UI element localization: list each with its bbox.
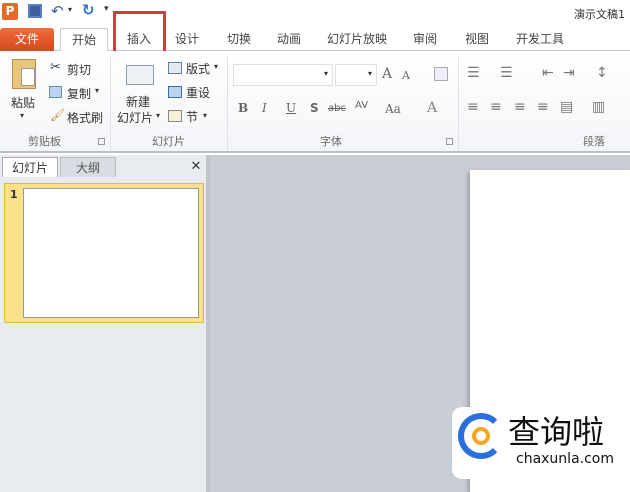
font-color-button[interactable]: A (427, 100, 437, 116)
reset-button[interactable]: 重设 (186, 84, 210, 101)
layout-button[interactable]: 版式 (186, 60, 210, 77)
clear-formatting-icon[interactable] (434, 67, 448, 81)
paste-icon[interactable] (12, 59, 36, 89)
format-painter-icon[interactable]: 🖌 (50, 108, 65, 122)
distributed-button[interactable]: ▤ (560, 99, 573, 115)
justify-button[interactable]: ≡ (537, 99, 549, 115)
align-right-button[interactable]: ≡ (514, 99, 526, 115)
format-painter-button[interactable]: 格式刷 (67, 109, 103, 126)
slide-thumbnail-selected[interactable]: 1 (4, 183, 204, 323)
tab-review[interactable]: 审阅 (404, 28, 446, 51)
cut-icon[interactable]: ✂ (50, 60, 61, 75)
new-slide-dropdown-icon[interactable]: ▾ (156, 111, 160, 120)
watermark-logo-icon (458, 413, 504, 459)
align-left-button[interactable]: ≡ (467, 99, 479, 115)
watermark-url: chaxunla.com (516, 451, 614, 467)
section-button[interactable]: 节 (186, 108, 198, 125)
powerpoint-app-icon[interactable]: P (2, 3, 18, 20)
font-size-dropdown[interactable]: ▾ (335, 64, 377, 86)
strikethrough-button[interactable]: abc (328, 103, 346, 114)
columns-button[interactable]: ▥ (592, 99, 605, 115)
slide-number: 1 (10, 188, 18, 201)
tab-design[interactable]: 设计 (166, 28, 208, 51)
layout-icon[interactable] (168, 62, 182, 74)
new-slide-button-line2[interactable]: 幻灯片 (117, 109, 153, 126)
numbering-button[interactable]: ☰ (500, 65, 513, 81)
shadow-button[interactable]: S (310, 101, 319, 115)
underline-button[interactable]: U (286, 101, 296, 115)
decrease-indent-button[interactable]: ⇤ (542, 65, 554, 81)
window-title: 演示文稿1 (574, 8, 625, 21)
tab-outline[interactable]: 大纲 (60, 157, 116, 177)
undo-dropdown-icon[interactable]: ▾ (68, 5, 72, 14)
paragraph-group-label: 段落 (583, 135, 605, 148)
tab-transitions[interactable]: 切换 (218, 28, 260, 51)
new-slide-button[interactable]: 新建 (126, 93, 150, 110)
layout-dropdown-icon[interactable]: ▾ (214, 62, 218, 71)
customize-toolbar-icon[interactable]: ▾ (104, 4, 109, 14)
italic-button[interactable]: I (262, 101, 267, 115)
change-case-button[interactable]: Aa (385, 102, 401, 116)
tab-developer[interactable]: 开发工具 (510, 28, 570, 51)
character-spacing-button[interactable]: AV (355, 100, 368, 111)
paste-dropdown-icon[interactable]: ▾ (20, 111, 24, 120)
align-center-button[interactable]: ≡ (490, 99, 502, 115)
copy-dropdown-icon[interactable]: ▾ (95, 86, 99, 95)
tab-home[interactable]: 开始 (60, 28, 108, 52)
copy-icon[interactable] (49, 86, 62, 98)
clipboard-launcher-icon[interactable] (98, 138, 105, 145)
tab-file[interactable]: 文件 (0, 28, 54, 51)
section-icon[interactable] (168, 110, 182, 122)
paste-button[interactable]: 粘贴 (11, 94, 35, 111)
cut-button[interactable]: 剪切 (67, 61, 91, 78)
increase-indent-button[interactable]: ⇥ (563, 65, 575, 81)
section-dropdown-icon[interactable]: ▾ (203, 111, 207, 120)
tab-animations[interactable]: 动画 (268, 28, 310, 51)
watermark: 查询啦 chaxunla.com (452, 407, 630, 479)
shrink-font-button[interactable]: A (402, 69, 410, 82)
font-launcher-icon[interactable] (446, 138, 453, 145)
copy-button[interactable]: 复制 (67, 85, 91, 102)
font-name-dropdown[interactable]: ▾ (233, 64, 333, 86)
ribbon: 粘贴 ▾ ✂ 剪切 复制 ▾ 🖌 格式刷 剪贴板 新建 幻灯片 ▾ 版式 ▾ 重… (0, 51, 630, 153)
save-icon[interactable] (28, 4, 42, 18)
tab-view[interactable]: 视图 (456, 28, 498, 51)
tab-slides[interactable]: 幻灯片 (2, 157, 58, 177)
ribbon-tabs: 文件 开始 插入 设计 切换 动画 幻灯片放映 审阅 视图 开发工具 (0, 11, 630, 61)
tab-slideshow[interactable]: 幻灯片放映 (322, 28, 392, 51)
bold-button[interactable]: B (238, 101, 248, 115)
bullets-button[interactable]: ☰ (467, 65, 480, 81)
title-bar: P ↶ ▾ ↻ ▾ 演示文稿1 (0, 0, 630, 24)
font-group-label: 字体 (320, 135, 342, 148)
close-pane-button[interactable]: ✕ (186, 157, 206, 177)
watermark-brand: 查询啦 (508, 413, 605, 451)
grow-font-button[interactable]: A (382, 66, 392, 82)
redo-icon[interactable]: ↻ (82, 1, 95, 19)
slides-pane: 幻灯片 大纲 ✕ 1 (0, 155, 210, 492)
line-spacing-button[interactable]: ↕ (596, 65, 608, 81)
clipboard-group-label: 剪贴板 (28, 135, 61, 148)
slide-thumbnail[interactable] (23, 188, 199, 318)
reset-icon[interactable] (168, 86, 182, 98)
undo-icon[interactable]: ↶ (51, 2, 64, 20)
new-slide-icon[interactable] (126, 65, 154, 85)
slides-group-label: 幻灯片 (152, 135, 185, 148)
